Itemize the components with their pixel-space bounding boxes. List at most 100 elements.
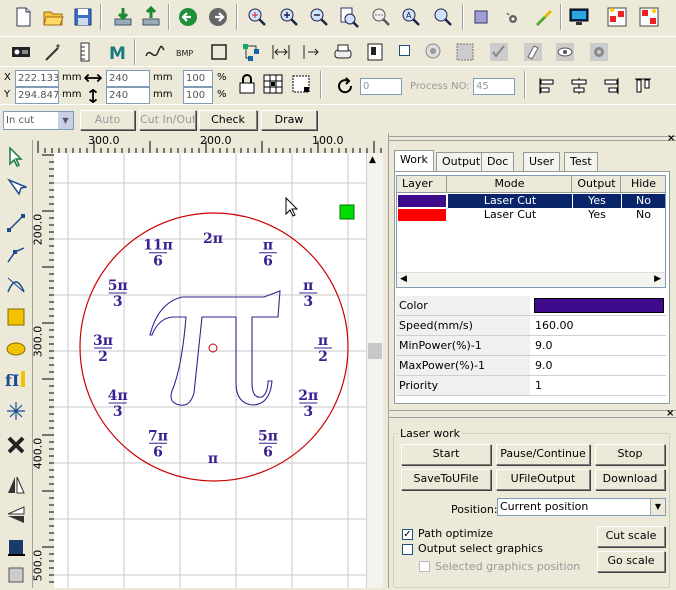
rotate-field[interactable]: 0	[360, 78, 402, 95]
prop-color-row[interactable]: Color	[396, 296, 666, 316]
tab-work[interactable]: Work	[394, 150, 434, 171]
position-dropdown-icon[interactable]: ▼	[650, 499, 665, 515]
header-mode[interactable]: Mode	[448, 176, 572, 193]
curve-icon[interactable]	[142, 39, 168, 65]
zoom-page-icon[interactable]	[336, 4, 362, 30]
new-icon[interactable]	[10, 4, 36, 30]
prop-speed-row[interactable]: Speed(mm/s) 160.00	[396, 316, 666, 336]
scroll-thumb[interactable]	[368, 343, 382, 359]
undo-icon[interactable]	[175, 4, 201, 30]
import-icon[interactable]	[110, 4, 136, 30]
prop-speed-value[interactable]: 160.00	[532, 316, 666, 335]
stamp-icon[interactable]	[500, 4, 526, 30]
pause-continue-button[interactable]: Pause/Continue	[496, 444, 590, 465]
ufile-output-button[interactable]: UFileOutput	[496, 469, 590, 490]
cut-mode-select[interactable]: In cut ▼	[3, 111, 74, 130]
star-tool-icon[interactable]	[0, 396, 32, 426]
prop-color-value[interactable]	[532, 296, 666, 315]
dropdown-arrow-icon[interactable]: ▼	[58, 112, 73, 129]
layer-hide-cell[interactable]: No	[622, 208, 665, 222]
prop-priority-value[interactable]: 1	[532, 376, 666, 395]
tab-output[interactable]: Output	[436, 152, 487, 171]
table-row[interactable]: Laser Cut Yes No	[397, 194, 665, 208]
select-frame-icon[interactable]	[452, 39, 478, 65]
scroll-right-icon[interactable]: ▶	[654, 274, 661, 284]
rectangle-tool-icon[interactable]	[0, 302, 32, 332]
align-center-icon[interactable]	[566, 73, 592, 99]
layer-output-cell[interactable]: Yes	[573, 208, 621, 222]
prop-priority-row[interactable]: Priority 1	[396, 376, 666, 396]
redo-icon[interactable]	[205, 4, 231, 30]
export-icon[interactable]	[138, 4, 164, 30]
frame-icon[interactable]	[468, 4, 494, 30]
prop-maxpower-row[interactable]: MaxPower(%)-1 9.0	[396, 356, 666, 376]
open-icon[interactable]	[40, 4, 66, 30]
y-coord-field[interactable]: 294.847	[15, 87, 59, 104]
mirror-icon[interactable]	[298, 39, 324, 65]
h-distance-icon[interactable]	[268, 39, 294, 65]
rotate-icon[interactable]	[332, 73, 358, 99]
start-button[interactable]: Start	[401, 444, 491, 465]
zoom-all-icon[interactable]: A	[398, 4, 424, 30]
tab-user[interactable]: User	[523, 152, 561, 171]
draw-button[interactable]: Draw	[261, 110, 317, 130]
header-hide[interactable]: Hide	[622, 176, 665, 193]
camera-icon[interactable]	[420, 39, 446, 65]
prop-minpower-row[interactable]: MinPower(%)-1 9.0	[396, 336, 666, 356]
array-copy-icon[interactable]	[0, 532, 32, 562]
align-top-icon[interactable]	[630, 73, 656, 99]
zoom-select-icon[interactable]	[368, 4, 394, 30]
header-output[interactable]: Output	[573, 176, 621, 193]
align-right-icon[interactable]	[598, 73, 624, 99]
auto-button[interactable]: Auto	[80, 110, 135, 130]
layer-output-cell[interactable]: Yes	[573, 194, 621, 208]
distribute-icon[interactable]	[636, 4, 662, 30]
lock-icon[interactable]	[234, 71, 260, 97]
print-icon[interactable]	[330, 39, 356, 65]
layer-mode-cell[interactable]: Laser Cut	[448, 194, 572, 208]
table-row[interactable]: Laser Cut Yes No	[397, 208, 665, 222]
save-icon[interactable]	[70, 4, 96, 30]
download-button[interactable]: Download	[595, 469, 665, 490]
height-field[interactable]: 240	[106, 87, 150, 104]
bitmap-icon[interactable]: BMP	[174, 39, 200, 65]
node-edit-icon[interactable]	[0, 172, 32, 202]
select-arrow-icon[interactable]	[0, 142, 32, 172]
cut-scale-button[interactable]: Cut scale	[597, 526, 665, 547]
anchor-icon[interactable]	[288, 71, 314, 97]
node-icon[interactable]	[238, 39, 264, 65]
eraser-icon[interactable]	[520, 39, 546, 65]
zoom-icon[interactable]	[244, 4, 270, 30]
document-icon[interactable]	[362, 39, 388, 65]
laser-device-icon[interactable]	[8, 39, 34, 65]
align-icon[interactable]	[604, 4, 630, 30]
scale-x-field[interactable]: 100	[183, 70, 213, 87]
cut-in-out-button[interactable]: Cut In/Out	[139, 110, 196, 130]
eye-icon[interactable]	[552, 39, 578, 65]
scroll-up-icon[interactable]: ▲	[369, 155, 376, 165]
header-layer[interactable]: Layer	[397, 176, 447, 193]
process-field[interactable]: 45	[473, 78, 515, 95]
go-scale-button[interactable]: Go scale	[597, 551, 665, 572]
selected-graphics-checkbox[interactable]	[419, 561, 430, 572]
layer-hide-cell[interactable]: No	[622, 194, 665, 208]
ellipse-tool-icon[interactable]	[0, 334, 32, 364]
check-button[interactable]: Check	[199, 110, 257, 130]
rectangle-icon[interactable]	[206, 39, 232, 65]
stop-button[interactable]: Stop	[595, 444, 665, 465]
paint-icon[interactable]	[530, 4, 556, 30]
output-select-checkbox[interactable]	[402, 544, 413, 555]
close-laser-panel-icon[interactable]: ×	[666, 408, 674, 419]
monitor-icon[interactable]	[566, 4, 592, 30]
x-coord-field[interactable]: 222.133	[15, 70, 59, 87]
tab-doc[interactable]: Doc	[481, 152, 515, 171]
close-panel-icon[interactable]: ×	[667, 133, 675, 144]
delete-tool-icon[interactable]	[0, 430, 32, 460]
curve-tool-icon[interactable]	[0, 270, 32, 300]
prop-minpower-value[interactable]: 9.0	[532, 336, 666, 355]
flip-horizontal-icon[interactable]	[0, 470, 32, 500]
check-marks-icon[interactable]	[486, 39, 512, 65]
width-field[interactable]: 240	[106, 70, 150, 87]
align-left-icon[interactable]	[534, 73, 560, 99]
m-tool-icon[interactable]: M	[104, 39, 130, 65]
